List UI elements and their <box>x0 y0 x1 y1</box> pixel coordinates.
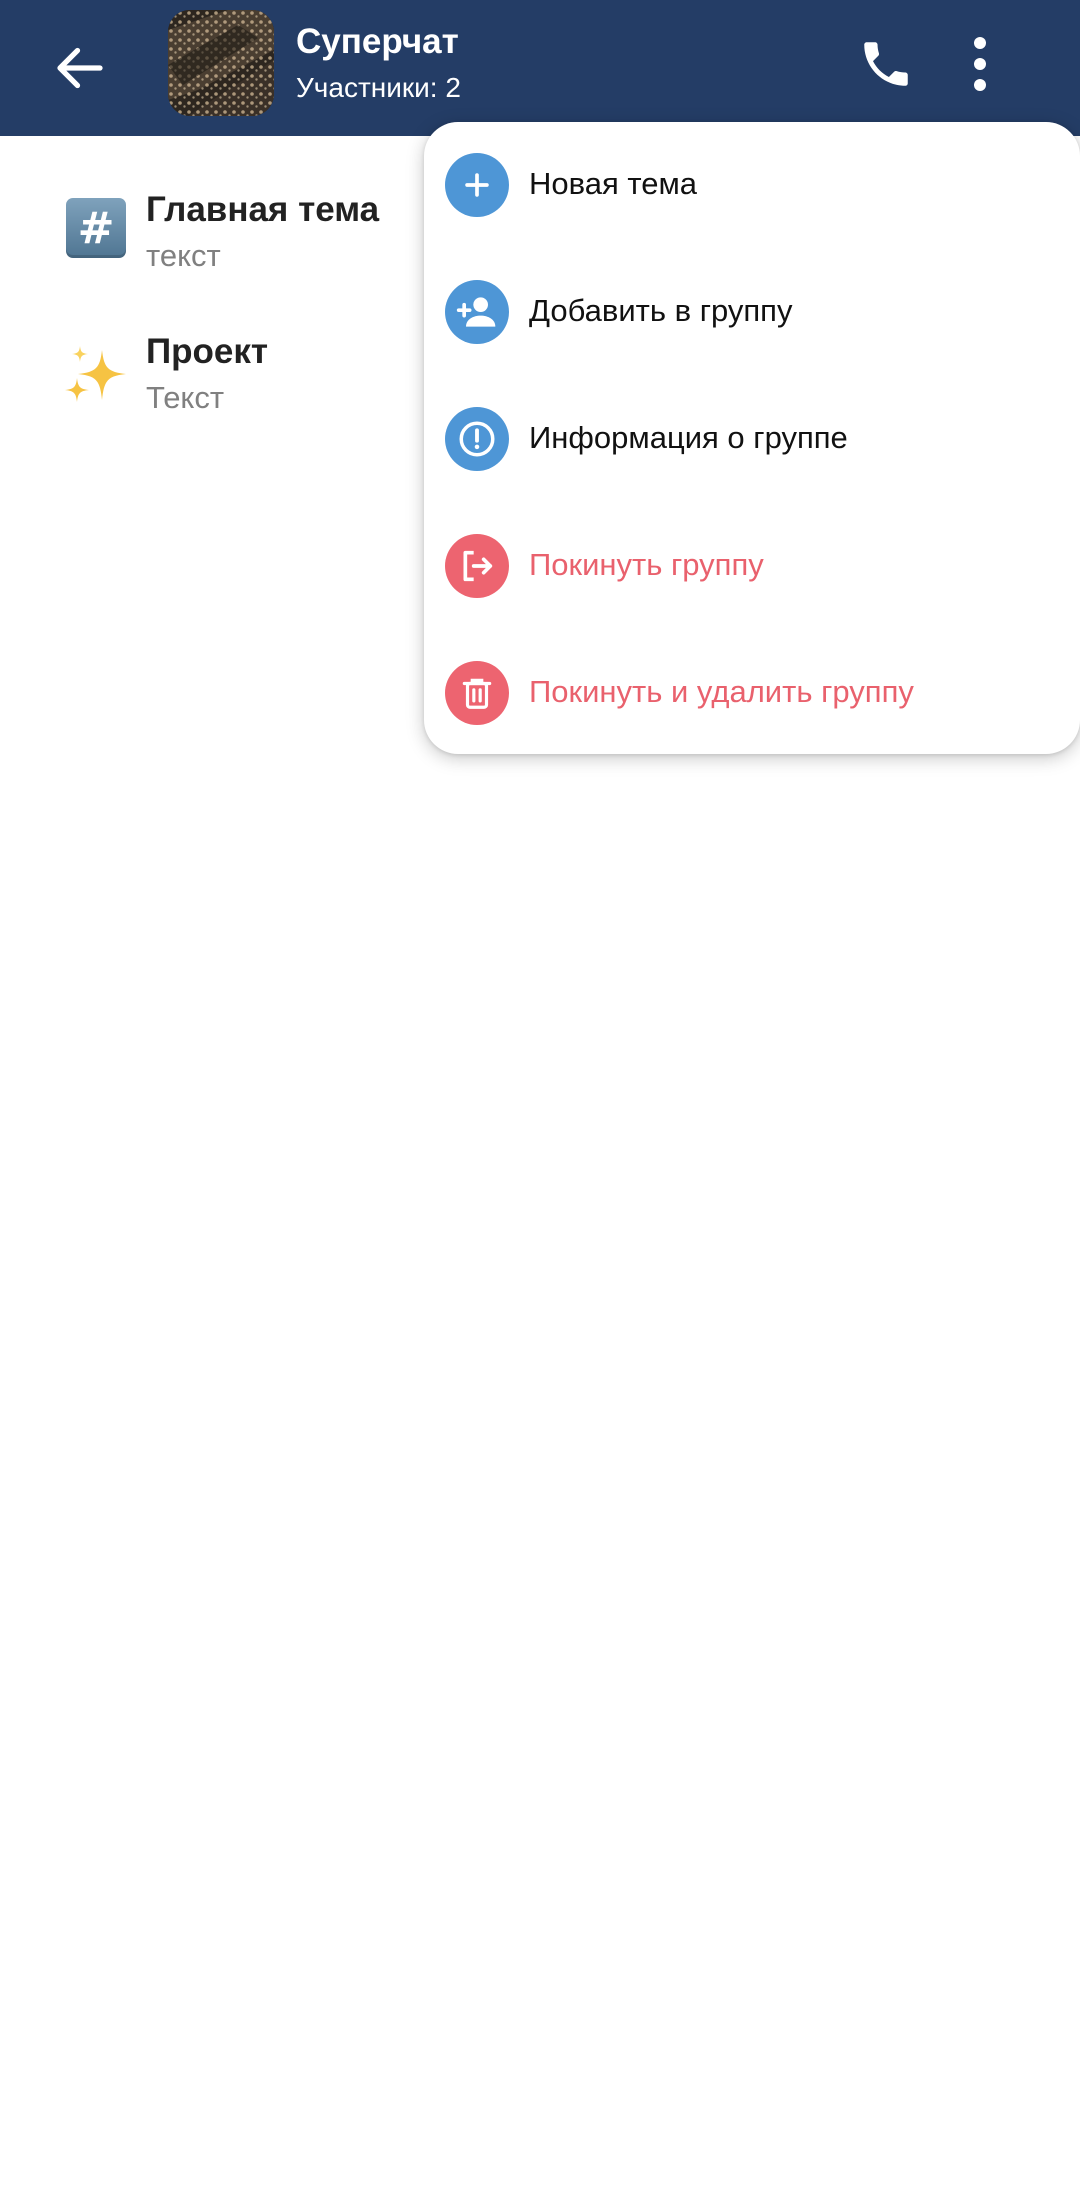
menu-item-label: Информация о группе <box>529 420 848 455</box>
avatar-image <box>168 10 274 116</box>
group-avatar[interactable] <box>168 10 274 116</box>
group-options-menu: Новая тема Добавить в группу Информация … <box>424 122 1080 754</box>
info-icon <box>445 407 509 471</box>
menu-item-leave-group[interactable]: Покинуть группу <box>424 503 1080 630</box>
arrow-left-icon <box>57 47 103 89</box>
topic-name: Проект <box>146 332 269 371</box>
plus-icon <box>445 153 509 217</box>
phone-icon <box>864 42 908 86</box>
chat-title[interactable]: Суперчат <box>296 22 459 62</box>
add-user-icon <box>445 280 509 344</box>
menu-item-label: Покинуть группу <box>529 547 764 582</box>
topic-name: Главная тема <box>146 190 380 229</box>
menu-item-label: Покинуть и удалить группу <box>529 674 914 709</box>
call-button[interactable] <box>846 24 926 104</box>
topic-preview: Текст <box>146 380 225 415</box>
menu-item-leave-and-delete[interactable]: Покинуть и удалить группу <box>424 630 1080 757</box>
participants-count: Участники: 2 <box>296 72 461 103</box>
menu-item-label: Добавить в группу <box>529 293 793 328</box>
trash-icon <box>445 661 509 725</box>
menu-item-label: Новая тема <box>529 166 698 201</box>
sparkles-icon <box>62 342 130 410</box>
top-app-bar: Суперчат Участники: 2 <box>0 0 1080 136</box>
more-options-button[interactable] <box>958 24 1002 104</box>
menu-item-group-info[interactable]: Информация о группе <box>424 376 1080 503</box>
hash-keycap-icon: # <box>62 194 130 262</box>
back-button[interactable] <box>40 28 120 108</box>
topic-preview: текст <box>146 238 221 273</box>
menu-item-add-to-group[interactable]: Добавить в группу <box>424 249 1080 376</box>
leave-icon <box>445 534 509 598</box>
more-vertical-icon <box>974 37 986 91</box>
chat-screen: Суперчат Участники: 2 # Главная тема тек… <box>0 0 1080 2185</box>
menu-item-new-topic[interactable]: Новая тема <box>424 122 1080 249</box>
